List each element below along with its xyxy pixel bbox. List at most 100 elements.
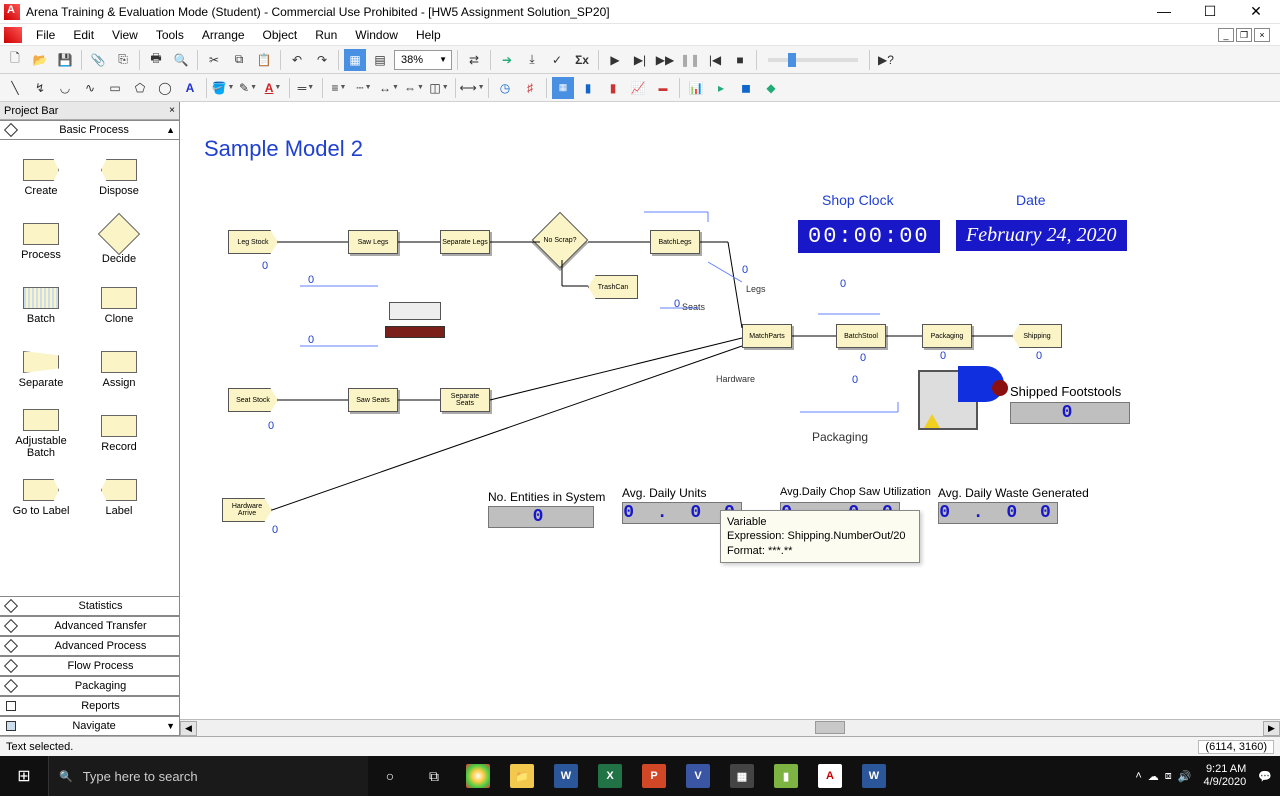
maximize-button[interactable]: ☐ [1196, 3, 1224, 20]
powerpoint-icon[interactable]: P [632, 756, 676, 796]
arc-icon[interactable]: ◡ [54, 77, 76, 99]
line-color-icon[interactable]: ✎▼ [237, 77, 259, 99]
mod-packaging[interactable]: Packaging [922, 324, 972, 348]
layers-icon[interactable]: ▦ [344, 49, 366, 71]
date-anim-icon[interactable]: ♯ [519, 77, 541, 99]
mod-shipping[interactable]: Shipping [1012, 324, 1062, 348]
arena-taskbar-icon[interactable]: A [808, 756, 852, 796]
histogram-icon[interactable]: ▮ [602, 77, 624, 99]
polyline-icon[interactable]: ↯ [29, 77, 51, 99]
mod-leg-stock[interactable]: Leg Stock [228, 230, 278, 254]
dropbox-icon[interactable]: ⧈ [1165, 770, 1172, 783]
pal-clone[interactable]: Clone [80, 274, 158, 338]
pal-label[interactable]: Label [80, 466, 158, 530]
line-width-icon[interactable]: ≡▼ [328, 77, 350, 99]
undo-icon[interactable]: ↶ [286, 49, 308, 71]
attach-icon[interactable]: 📎 [87, 49, 109, 71]
variable-icon[interactable]: ▦ [552, 77, 574, 99]
cortana-icon[interactable]: ○ [368, 756, 412, 796]
level-icon[interactable]: ▮ [577, 77, 599, 99]
open-icon[interactable]: 📂 [29, 49, 51, 71]
mod-batch-stool[interactable]: BatchStool [836, 324, 886, 348]
speed-slider[interactable] [768, 58, 858, 62]
pal-dispose[interactable]: Dispose [80, 146, 158, 210]
chrome-icon[interactable] [456, 756, 500, 796]
pause-icon[interactable]: ❚❚ [679, 49, 701, 71]
chart-icon[interactable]: 📊 [685, 77, 707, 99]
mod-trashcan[interactable]: TrashCan [588, 275, 638, 299]
canvas-h-scrollbar[interactable]: ◀ ▶ [180, 719, 1280, 736]
mdi-close-button[interactable]: × [1254, 28, 1270, 42]
line-icon[interactable]: ╲ [4, 77, 26, 99]
mdi-restore-button[interactable]: ❐ [1236, 28, 1252, 42]
word2-icon[interactable]: W [852, 756, 896, 796]
taskbar-search[interactable]: 🔍 Type here to search [48, 756, 368, 796]
project-bar-close-icon[interactable]: × [169, 105, 175, 116]
copy-icon[interactable]: ⧉ [228, 49, 250, 71]
onedrive-icon[interactable]: ☁ [1148, 770, 1159, 783]
ellipse-icon[interactable]: ◯ [154, 77, 176, 99]
fill-color-icon[interactable]: 🪣▼ [212, 77, 234, 99]
align-icon[interactable]: ⇔▼ [403, 77, 425, 99]
pal-assign[interactable]: Assign [80, 338, 158, 402]
menu-tools[interactable]: Tools [148, 26, 192, 44]
mod-saw-legs[interactable]: Saw Legs [348, 230, 398, 254]
menu-edit[interactable]: Edit [65, 26, 102, 44]
pal-separate[interactable]: Separate [2, 338, 80, 402]
plot-icon[interactable]: 📈 [627, 77, 649, 99]
preview-icon[interactable]: 🔍 [170, 49, 192, 71]
stop-icon[interactable]: ■ [729, 49, 751, 71]
system-tray[interactable]: ˄ ☁ ⧈ 🔊 9:21 AM 4/9/2020 💬 [1127, 756, 1280, 796]
global-icon[interactable]: ◼ [735, 77, 757, 99]
close-button[interactable]: ✕ [1242, 3, 1270, 20]
go-icon[interactable]: ➔ [496, 49, 518, 71]
chart-app-icon[interactable]: ▮ [764, 756, 808, 796]
mod-hardware-arrive[interactable]: Hardware Arrive [222, 498, 272, 522]
cut-icon[interactable]: ✂ [203, 49, 225, 71]
new-icon[interactable]: 🗋 [4, 49, 26, 71]
mod-seat-stock[interactable]: Seat Stock [228, 388, 278, 412]
mod-saw-seats[interactable]: Saw Seats [348, 388, 398, 412]
pal-batch[interactable]: Batch [2, 274, 80, 338]
start-button[interactable]: ⊞ [0, 756, 48, 796]
play-icon[interactable]: ▶ [604, 49, 626, 71]
menu-file[interactable]: File [28, 26, 63, 44]
check-icon[interactable]: ✓ [546, 49, 568, 71]
category-statistics[interactable]: Statistics [0, 596, 179, 616]
detach-icon[interactable]: ⎘ [112, 49, 134, 71]
rect-icon[interactable]: ▭ [104, 77, 126, 99]
pal-adj-batch[interactable]: Adjustable Batch [2, 402, 80, 466]
zoom-combo[interactable]: 38%▼ [394, 50, 452, 70]
misc-app-icon[interactable]: ▦ [720, 756, 764, 796]
pal-process[interactable]: Process [2, 210, 80, 274]
menu-object[interactable]: Object [255, 26, 306, 44]
mdi-minimize-button[interactable]: _ [1218, 28, 1234, 42]
text-icon[interactable]: A [179, 77, 201, 99]
polygon-icon[interactable]: ⬠ [129, 77, 151, 99]
menu-view[interactable]: View [104, 26, 146, 44]
tray-up-icon[interactable]: ˄ [1135, 770, 1141, 782]
save-icon[interactable]: 💾 [54, 49, 76, 71]
pal-record[interactable]: Record [80, 402, 158, 466]
stop-go-icon[interactable]: ⤓ [521, 49, 543, 71]
mod-separate-legs[interactable]: Separate Legs [440, 230, 490, 254]
resource-icon[interactable]: ▸ [710, 77, 732, 99]
category-basic-process[interactable]: Basic Process▲ [0, 120, 179, 140]
word-icon[interactable]: W [544, 756, 588, 796]
notifications-icon[interactable]: 💬 [1258, 770, 1272, 783]
menu-run[interactable]: Run [307, 26, 345, 44]
dash-icon[interactable]: ┄▼ [353, 77, 375, 99]
pal-create[interactable]: Create [2, 146, 80, 210]
model-canvas[interactable]: Sample Model 2 Shop Clock 00:00:00 Date … [180, 102, 1280, 719]
clock-anim-icon[interactable]: ◷ [494, 77, 516, 99]
visio-icon[interactable]: V [676, 756, 720, 796]
line-style-icon[interactable]: ═▼ [295, 77, 317, 99]
arrow-style-icon[interactable]: ↔▼ [378, 77, 400, 99]
category-navigate[interactable]: Navigate▼ [0, 716, 179, 736]
redo-icon[interactable]: ↷ [311, 49, 333, 71]
print-icon[interactable]: 🖶 [145, 49, 167, 71]
grid-icon[interactable]: ▤ [369, 49, 391, 71]
excel-icon[interactable]: X [588, 756, 632, 796]
mod-match-parts[interactable]: MatchParts [742, 324, 792, 348]
text-color-icon[interactable]: A▼ [262, 77, 284, 99]
